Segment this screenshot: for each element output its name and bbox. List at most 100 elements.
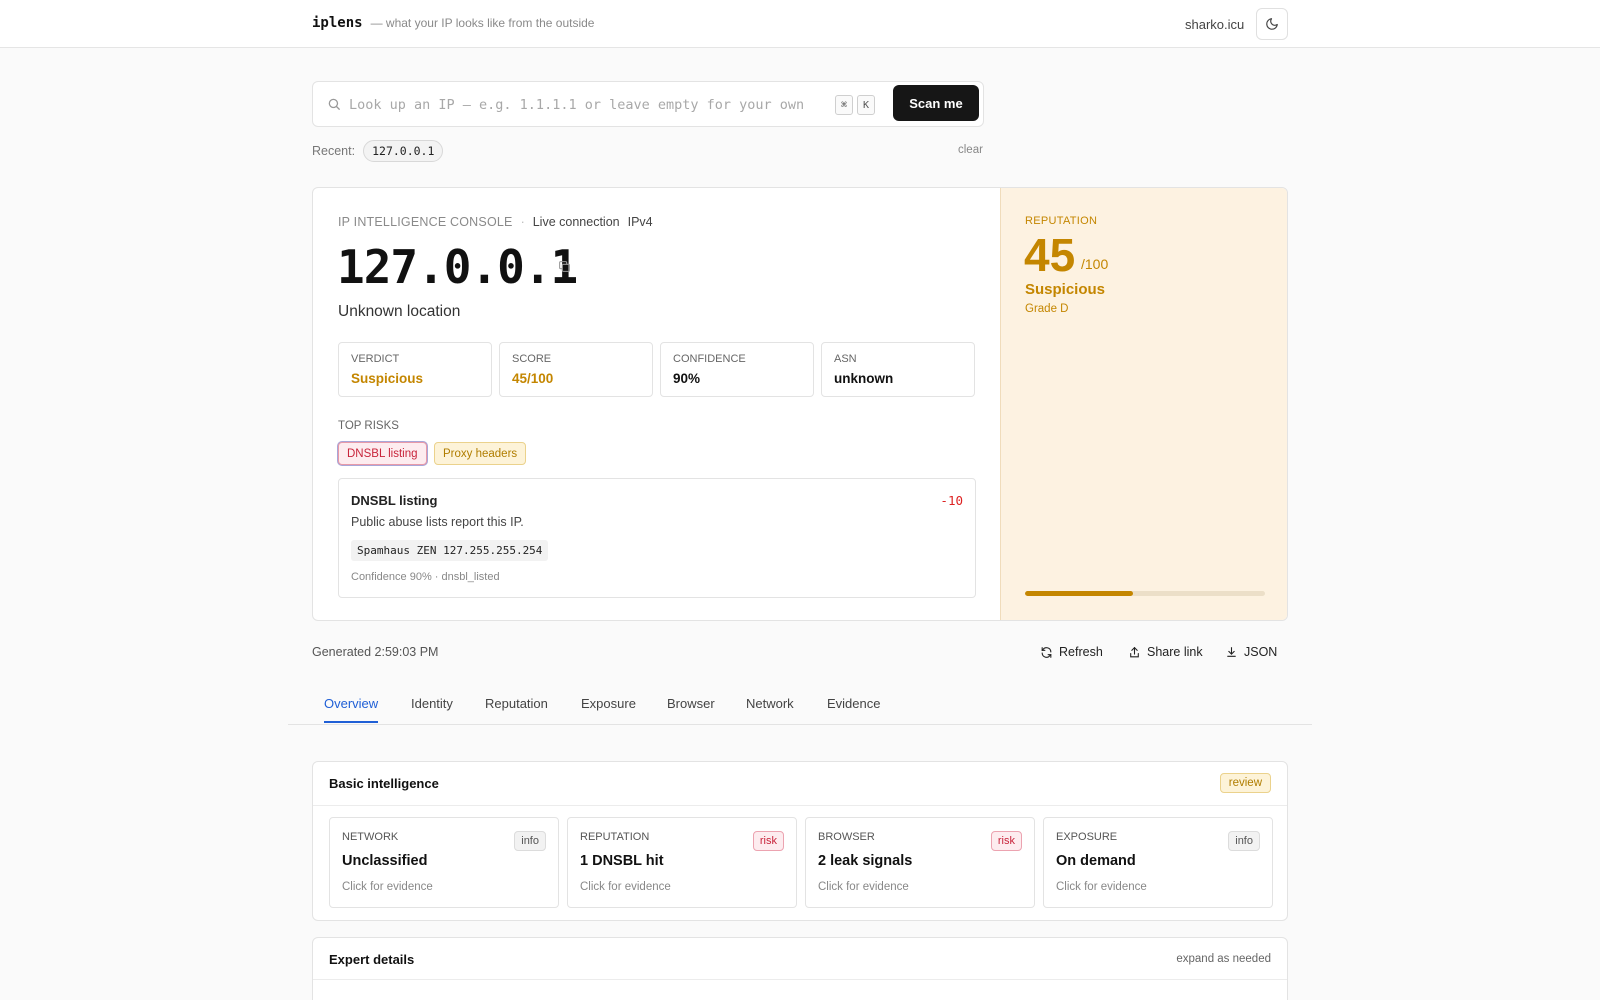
intel-card-value: On demand [1056,853,1136,869]
info-badge: info [1228,831,1260,851]
review-badge: review [1219,773,1271,793]
stat-label: VERDICT [351,353,400,365]
intel-card-hint: Click for evidence [580,881,671,893]
intel-card-hint: Click for evidence [1056,881,1147,893]
tab-overview[interactable]: Overview [324,696,379,723]
risk-detail-code: Spamhaus ZEN 127.255.255.254 [351,540,549,561]
moon-icon [1266,18,1278,30]
share-link-label: Share link [1147,645,1203,659]
stat-asn: ASN unknown [821,342,975,397]
copy-icon[interactable] [558,260,571,273]
section-title: Basic intelligence [329,776,439,791]
location-label: Unknown location [338,303,461,320]
intel-card-network[interactable]: NETWORK info Unclassified Click for evid… [329,817,559,908]
reputation-max: /100 [1081,256,1109,272]
console-label: IP INTELLIGENCE CONSOLE [338,215,513,229]
download-icon [1227,646,1236,657]
risk-chip-proxy-headers[interactable]: Proxy headers [434,442,527,465]
expert-details-section[interactable]: Expert details expand as needed [312,937,1288,1000]
refresh-icon [1041,646,1052,658]
top-bar: iplens — what your IP looks like from th… [0,0,1600,48]
risk-badge: risk [752,831,784,851]
ip-address: 127.0.0.1 [337,240,578,294]
search-icon [328,98,340,110]
risk-badge: risk [990,831,1022,851]
intel-card-hint: Click for evidence [818,881,909,893]
stat-score: SCORE 45/100 [499,342,653,397]
console-header: IP INTELLIGENCE CONSOLE · Live connectio… [338,215,653,229]
stat-label: SCORE [512,353,552,365]
refresh-label: Refresh [1059,645,1103,659]
json-download-button[interactable]: JSON [1225,645,1277,659]
reputation-bar-fill [1025,591,1133,596]
intel-card-exposure[interactable]: EXPOSURE info On demand Click for eviden… [1043,817,1273,908]
expand-note: expand as needed [1176,953,1271,965]
search-box: ⌘ K [312,81,984,127]
console-separator: · [520,215,525,229]
divider [313,805,1287,806]
json-label: JSON [1244,645,1278,659]
ip-search-input[interactable] [349,93,819,117]
intel-card-label: EXPOSURE [1056,831,1118,843]
reputation-score: 45 [1024,229,1076,281]
reputation-bar [1025,591,1265,596]
share-link-button[interactable]: Share link [1128,645,1203,659]
ip-console-card: IP INTELLIGENCE CONSOLE · Live connectio… [312,187,1288,621]
tab-evidence[interactable]: Evidence [827,696,880,721]
recent-label: Recent: [312,144,356,158]
divider [313,979,1287,980]
stat-value: Suspicious [351,371,424,386]
section-title: Expert details [329,952,415,967]
theme-toggle-button[interactable] [1256,8,1288,40]
tab-reputation[interactable]: Reputation [485,696,548,721]
risk-detail-description: Public abuse lists report this IP. [351,515,524,529]
clear-recent-link[interactable]: clear [958,144,983,156]
stat-verdict: VERDICT Suspicious [338,342,492,397]
kbd-k: K [857,95,875,115]
intel-card-value: 1 DNSBL hit [580,853,664,869]
stat-confidence: CONFIDENCE 90% [660,342,814,397]
stat-value: 90% [673,371,701,386]
stat-label: ASN [834,353,857,365]
tab-network[interactable]: Network [746,696,794,721]
intel-card-reputation[interactable]: REPUTATION risk 1 DNSBL hit Click for ev… [567,817,797,908]
intel-card-value: Unclassified [342,853,428,869]
intel-card-label: REPUTATION [580,831,650,843]
basic-intelligence-section: Basic intelligence review NETWORK info U… [312,761,1288,921]
tab-exposure[interactable]: Exposure [581,696,636,721]
kbd-cmd: ⌘ [835,95,853,115]
risk-detail-panel: DNSBL listing -10 Public abuse lists rep… [338,478,976,598]
stat-value: 45/100 [512,371,554,386]
brand[interactable]: iplens — what your IP looks like from th… [312,15,594,31]
intel-card-hint: Click for evidence [342,881,433,893]
tab-identity[interactable]: Identity [411,696,453,721]
share-icon [1130,646,1139,657]
reputation-label: REPUTATION [1025,215,1098,227]
tab-bar: Overview Identity Reputation Exposure Br… [288,688,1312,725]
reputation-verdict: Suspicious [1025,281,1106,298]
brand-name[interactable]: iplens [312,15,363,31]
stat-label: CONFIDENCE [673,353,746,365]
risk-chip-dnsbl[interactable]: DNSBL listing [338,442,427,465]
info-badge: info [514,831,546,851]
reputation-grade: Grade D [1025,303,1069,315]
refresh-button[interactable]: Refresh [1040,645,1103,659]
recent-row: Recent: 127.0.0.1 [312,140,444,162]
top-risks-label: TOP RISKS [338,420,399,432]
scan-me-button[interactable]: Scan me [893,85,979,121]
host-label: sharko.icu [1185,17,1245,32]
intel-card-label: NETWORK [342,831,399,843]
risk-detail-score: -10 [940,493,963,508]
recent-chip[interactable]: 127.0.0.1 [363,140,444,162]
intel-card-browser[interactable]: BROWSER risk 2 leak signals Click for ev… [805,817,1035,908]
risk-detail-meta: Confidence 90% · dnsbl_listed [351,571,500,583]
stat-value: unknown [834,371,894,386]
ip-version-label: IPv4 [627,215,653,229]
reputation-panel: REPUTATION 45 /100 Suspicious Grade D [1000,188,1287,620]
tab-browser[interactable]: Browser [667,696,715,721]
brand-tagline: — what your IP looks like from the outsi… [370,16,595,30]
generated-timestamp: Generated 2:59:03 PM [312,645,439,659]
connection-label: Live connection [532,215,620,229]
risk-detail-title: DNSBL listing [351,493,438,508]
intel-card-value: 2 leak signals [818,853,913,869]
